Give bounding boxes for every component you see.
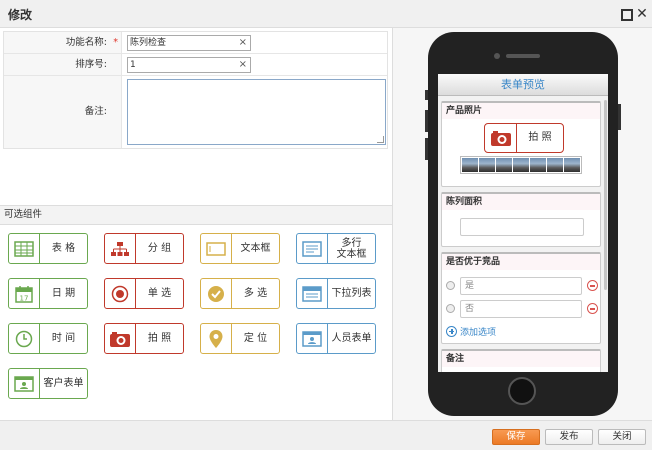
phone-screen[interactable]: 表单预览 产品照片 拍 照 陈列面积 是否优于竞品 是 否 添加选项 备注 <box>438 74 608 372</box>
option-radio[interactable] <box>446 304 455 313</box>
dropdown-list-icon <box>297 279 328 308</box>
phone-power-button <box>618 104 621 130</box>
preview-title: 表单预览 <box>438 74 608 96</box>
person-form-icon <box>297 324 328 353</box>
photo-thumbnail[interactable] <box>479 158 495 172</box>
order-row: 排序号: 1 × <box>4 54 387 76</box>
component-location[interactable]: 定 位 <box>200 323 280 354</box>
svg-text:17: 17 <box>20 294 29 302</box>
option-row: 是 <box>446 277 598 295</box>
clear-icon[interactable]: × <box>239 36 247 50</box>
component-textbox[interactable]: 文本框 <box>200 233 280 264</box>
phone-mute-switch <box>425 90 428 100</box>
required-marker: * <box>113 37 118 48</box>
clock-icon <box>9 324 40 353</box>
order-label: 排序号: <box>4 54 122 75</box>
component-person-form[interactable]: 人员表单 <box>296 323 376 354</box>
photo-thumbnail[interactable] <box>496 158 512 172</box>
photo-thumbnail[interactable] <box>513 158 529 172</box>
component-customer-form[interactable]: 客户表单 <box>8 368 88 399</box>
add-option-link[interactable]: 添加选项 <box>446 325 496 338</box>
remark-row: 备注: <box>4 76 387 148</box>
option-row: 否 <box>446 300 598 318</box>
remove-option-icon[interactable] <box>587 303 598 314</box>
preview-photo-section[interactable]: 产品照片 拍 照 <box>441 101 601 187</box>
component-radio[interactable]: 单 选 <box>104 278 184 309</box>
window-title: 修改 <box>8 8 33 22</box>
close-button[interactable]: 关闭 <box>598 429 646 445</box>
function-name-row: 功能名称: * 陈列检查 × <box>4 32 387 54</box>
component-dropdown-list[interactable]: 下拉列表 <box>296 278 376 309</box>
close-icon[interactable]: ✕ <box>635 7 649 21</box>
area-input[interactable] <box>460 218 584 236</box>
phone-volume-down <box>425 138 428 160</box>
preview-remark-section[interactable]: 备注 <box>441 349 601 372</box>
function-name-input[interactable]: 陈列检查 × <box>127 35 251 51</box>
option-input[interactable]: 否 <box>460 300 582 318</box>
photo-thumbnail[interactable] <box>530 158 546 172</box>
order-input[interactable]: 1 × <box>127 57 251 73</box>
photo-thumbnail[interactable] <box>564 158 580 172</box>
save-button[interactable]: 保存 <box>492 429 540 445</box>
phone-camera <box>494 53 500 59</box>
preview-scrollbar[interactable] <box>604 100 607 290</box>
dialog-footer: 保存 发布 关闭 <box>0 420 652 450</box>
plus-icon <box>446 325 457 337</box>
component-time[interactable]: 时 间 <box>8 323 88 354</box>
function-form: 功能名称: * 陈列检查 × 排序号: 1 × 备注: <box>3 31 388 149</box>
remove-option-icon[interactable] <box>587 280 598 291</box>
window-titlebar: 修改 ✕ <box>0 0 652 28</box>
resize-handle-icon[interactable] <box>377 136 384 143</box>
camera-icon <box>105 324 136 353</box>
area-section-title: 陈列面积 <box>442 194 600 210</box>
function-name-label: 功能名称: <box>65 37 107 48</box>
option-input[interactable]: 是 <box>460 277 582 295</box>
checkbox-icon <box>201 279 232 308</box>
component-group[interactable]: 分 组 <box>104 233 184 264</box>
component-checkbox[interactable]: 多 选 <box>200 278 280 309</box>
maximize-icon[interactable] <box>619 7 633 21</box>
location-pin-icon <box>201 324 232 353</box>
camera-icon <box>485 124 517 152</box>
publish-button[interactable]: 发布 <box>545 429 593 445</box>
customer-form-icon <box>9 369 40 398</box>
multiline-text-icon <box>297 234 328 263</box>
remark-textarea[interactable] <box>127 79 386 145</box>
phone-volume-up <box>425 110 428 132</box>
group-icon <box>105 234 136 263</box>
phone-home-button <box>508 377 536 405</box>
calendar-icon: 17 <box>9 279 40 308</box>
components-header: 可选组件 <box>0 205 392 225</box>
radio-icon <box>105 279 136 308</box>
textbox-icon <box>201 234 232 263</box>
remark-section-title: 备注 <box>442 351 600 367</box>
phone-frame: 表单预览 产品照片 拍 照 陈列面积 是否优于竞品 是 否 添加选项 备注 <box>425 32 621 416</box>
option-radio[interactable] <box>446 281 455 290</box>
clear-icon[interactable]: × <box>239 58 247 72</box>
table-icon <box>9 234 40 263</box>
component-date[interactable]: 17 日 期 <box>8 278 88 309</box>
preview-compare-section[interactable]: 是否优于竞品 是 否 添加选项 <box>441 252 601 344</box>
remark-label: 备注: <box>4 76 122 148</box>
component-multiline-text[interactable]: 多行 文本框 <box>296 233 376 264</box>
editor-panel: 功能名称: * 陈列检查 × 排序号: 1 × 备注: 可选组件 表 格 分 组… <box>0 28 392 420</box>
photo-section-title: 产品照片 <box>442 103 600 119</box>
component-camera[interactable]: 拍 照 <box>104 323 184 354</box>
compare-section-title: 是否优于竞品 <box>442 254 600 270</box>
preview-panel: 表单预览 产品照片 拍 照 陈列面积 是否优于竞品 是 否 添加选项 备注 <box>392 28 652 420</box>
preview-area-section[interactable]: 陈列面积 <box>441 192 601 247</box>
photo-thumbnail[interactable] <box>462 158 478 172</box>
photo-thumbnail[interactable] <box>547 158 563 172</box>
phone-speaker <box>506 54 540 58</box>
photo-thumbnails[interactable] <box>460 156 582 174</box>
preview-camera-button[interactable]: 拍 照 <box>484 123 564 153</box>
component-table[interactable]: 表 格 <box>8 233 88 264</box>
